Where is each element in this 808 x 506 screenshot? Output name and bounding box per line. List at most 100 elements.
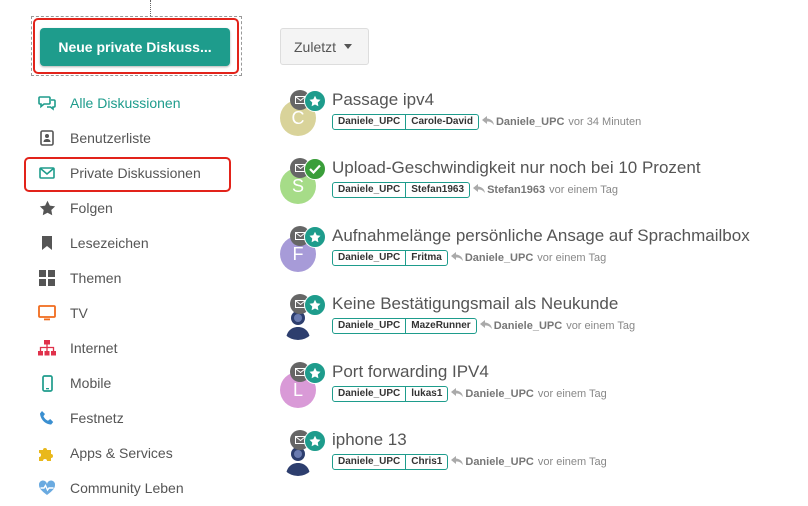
star-badge-icon — [304, 226, 326, 248]
last-reply-time: vor einem Tag — [537, 252, 607, 264]
sidebar-item-alle-diskussionen[interactable]: Alle Diskussionen — [38, 91, 181, 115]
sidebar-item-label: Internet — [70, 340, 118, 356]
sidebar-item-festnetz[interactable]: Festnetz — [38, 406, 124, 430]
avatar-letter: S — [291, 175, 304, 196]
participant-tags: Daniele_UPC MazeRunner — [332, 318, 477, 334]
answered-check-icon — [304, 158, 326, 180]
new-private-discussion-button[interactable]: Neue private Diskuss... — [40, 28, 230, 66]
sidebar-item-apps-services[interactable]: Apps & Services — [38, 441, 173, 465]
last-reply-time: vor 34 Minuten — [568, 116, 642, 128]
reply-icon — [450, 251, 463, 265]
participant-tag[interactable]: Daniele_UPC — [333, 183, 405, 197]
discussion-item[interactable]: S Upload-Geschwindigkeit nur noch bei 10 … — [280, 158, 800, 218]
discussion-meta: Daniele_UPC Stefan1963 Stefan1963 vor einem… — [332, 182, 618, 198]
star-badge-icon — [304, 430, 326, 452]
chat-bubbles-icon — [38, 94, 56, 112]
sidebar-item-label: Alle Diskussionen — [70, 95, 181, 111]
tv-icon — [38, 304, 56, 322]
sidebar-item-internet[interactable]: Internet — [38, 336, 117, 360]
sidebar-item-label: TV — [70, 305, 88, 321]
last-reply-user[interactable]: Daniele_UPC — [465, 388, 533, 400]
discussion-title[interactable]: Passage ipv4 — [332, 90, 434, 110]
discussion-title[interactable]: Aufnahmelänge persönliche Ansage auf Spr… — [332, 226, 750, 246]
last-reply-time: vor einem Tag — [566, 320, 636, 332]
last-reply-time: vor einem Tag — [537, 456, 607, 468]
participant-tag[interactable]: MazeRunner — [405, 319, 475, 333]
sidebar-item-community-leben[interactable]: Community Leben — [38, 476, 184, 500]
sidebar-item-themen[interactable]: Themen — [38, 266, 121, 290]
discussion-meta: Daniele_UPC lukas1 Daniele_UPC vor einem Ta… — [332, 386, 607, 402]
star-badge-icon — [304, 90, 326, 112]
discussion-title[interactable]: Upload-Geschwindigkeit nur noch bei 10 P… — [332, 158, 701, 178]
avatar-letter: F — [292, 243, 304, 264]
star-icon — [38, 199, 56, 217]
sidebar-item-label: Private Diskussionen — [70, 165, 201, 181]
puzzle-icon — [38, 444, 56, 462]
discussion-item[interactable]: L Port forwarding IPV4 Daniele_UPC lukas1 Da… — [280, 362, 800, 422]
contact-card-icon — [38, 129, 56, 147]
discussion-item[interactable]: iphone 13 Daniele_UPC Chris1 Daniele_UPC vor… — [280, 430, 800, 490]
participant-tags: Daniele_UPC Stefan1963 — [332, 182, 471, 198]
participant-tag[interactable]: Daniele_UPC — [333, 387, 405, 401]
discussion-item[interactable]: F Aufnahmelänge persönliche Ansage auf Sp… — [280, 226, 800, 286]
participant-tag[interactable]: Daniele_UPC — [333, 319, 405, 333]
sidebar-item-lesezeichen[interactable]: Lesezeichen — [38, 231, 149, 255]
sort-dropdown-label: Zuletzt — [294, 38, 337, 55]
last-reply-user[interactable]: Daniele_UPC — [465, 456, 533, 468]
sidebar-item-label: Apps & Services — [70, 445, 173, 461]
dotted-guide-line — [150, 0, 151, 16]
envelope-icon — [38, 164, 56, 182]
participant-tags: Daniele_UPC Carole-David — [332, 114, 479, 130]
phone-icon — [38, 409, 56, 427]
discussion-title[interactable]: Keine Bestätigungsmail als Neukunde — [332, 294, 618, 314]
grid-icon — [38, 269, 56, 287]
participant-tag[interactable]: lukas1 — [405, 387, 447, 401]
participant-tag[interactable]: Chris1 — [405, 455, 447, 469]
participant-tag[interactable]: Daniele_UPC — [333, 251, 405, 265]
last-reply-user[interactable]: Daniele_UPC — [496, 116, 564, 128]
bookmark-icon — [38, 234, 56, 252]
discussion-item[interactable]: C Passage ipv4 Daniele_UPC Carole-David Dani… — [280, 90, 800, 150]
sidebar-item-tv[interactable]: TV — [38, 301, 88, 325]
discussion-meta: Daniele_UPC Chris1 Daniele_UPC vor einem Ta… — [332, 454, 607, 470]
discussion-meta: Daniele_UPC MazeRunner Daniele_UPC vor eine… — [332, 318, 635, 334]
sidebar-item-label: Mobile — [70, 375, 112, 391]
discussion-meta: Daniele_UPC Carole-David Daniele_UPC vor 34… — [332, 114, 641, 130]
sidebar-item-folgen[interactable]: Folgen — [38, 196, 113, 220]
reply-icon — [451, 455, 464, 469]
discussion-title[interactable]: Port forwarding IPV4 — [332, 362, 489, 382]
last-reply-user[interactable]: Daniele_UPC — [465, 252, 533, 264]
discussion-item[interactable]: Keine Bestätigungsmail als Neukunde Danie… — [280, 294, 800, 354]
reply-icon — [451, 387, 464, 401]
heartbeat-icon — [38, 479, 56, 497]
sidebar-item-label: Lesezeichen — [70, 235, 149, 251]
participant-tags: Daniele_UPC Chris1 — [332, 454, 449, 470]
participant-tags: Daniele_UPC lukas1 — [332, 386, 449, 402]
sort-dropdown[interactable]: Zuletzt — [280, 28, 369, 65]
reply-icon — [481, 115, 494, 129]
avatar-letter: C — [291, 107, 305, 128]
participant-tag[interactable]: Daniele_UPC — [333, 115, 405, 129]
participant-tags: Daniele_UPC Fritma — [332, 250, 448, 266]
last-reply-user[interactable]: Daniele_UPC — [494, 320, 562, 332]
sidebar-item-label: Themen — [70, 270, 122, 286]
sidebar-item-mobile[interactable]: Mobile — [38, 371, 111, 395]
sidebar-item-private-diskussionen[interactable]: Private Diskussionen — [38, 161, 201, 185]
participant-tag[interactable]: Carole-David — [405, 115, 478, 129]
participant-tag[interactable]: Daniele_UPC — [333, 455, 405, 469]
last-reply-time: vor einem Tag — [549, 184, 619, 196]
sidebar-item-label: Folgen — [70, 200, 113, 216]
discussion-title[interactable]: iphone 13 — [332, 430, 407, 450]
avatar-letter: L — [292, 379, 303, 400]
last-reply-user[interactable]: Stefan1963 — [487, 184, 545, 196]
participant-tag[interactable]: Stefan1963 — [405, 183, 469, 197]
reply-icon — [479, 319, 492, 333]
sidebar-item-benutzerliste[interactable]: Benutzerliste — [38, 126, 151, 150]
network-icon — [38, 339, 56, 357]
caret-down-icon — [344, 44, 353, 49]
star-badge-icon — [304, 294, 326, 316]
discussion-meta: Daniele_UPC Fritma Daniele_UPC vor einem Ta… — [332, 250, 606, 266]
participant-tag[interactable]: Fritma — [405, 251, 447, 265]
star-badge-icon — [304, 362, 326, 384]
reply-icon — [473, 183, 486, 197]
